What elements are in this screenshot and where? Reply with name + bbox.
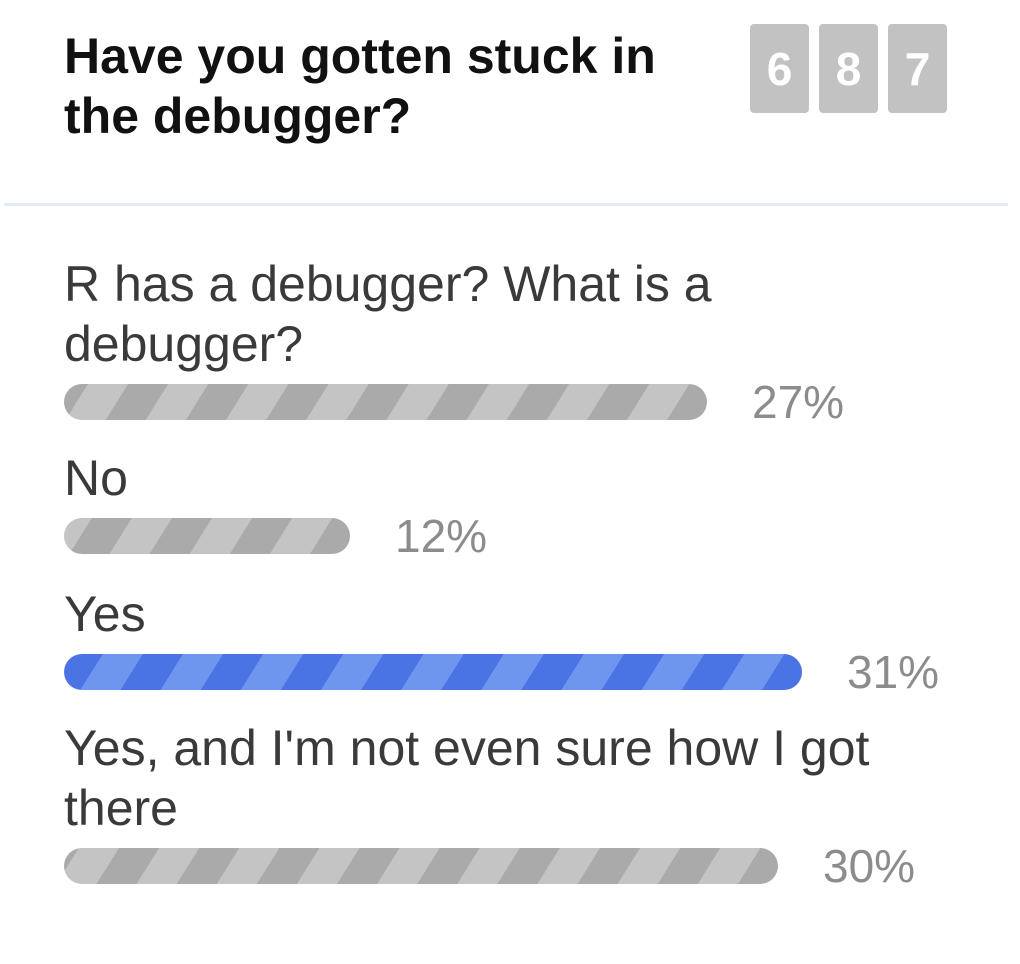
- vote-counter: 6 8 7: [750, 24, 947, 113]
- poll-option-bar: [64, 518, 350, 554]
- poll-option-label: Yes, and I'm not even sure how I got the…: [64, 720, 870, 836]
- poll-option-percent: 30%: [823, 840, 916, 892]
- poll-option-bar: [64, 384, 707, 420]
- poll-option-result: 31%: [64, 646, 939, 698]
- poll-option-result: 27%: [64, 376, 844, 428]
- poll-option-bar-selected: [64, 654, 802, 690]
- vote-count-digit: 8: [819, 24, 878, 113]
- poll-option-result: 12%: [64, 510, 487, 562]
- poll-question: Have you gotten stuck in the debugger?: [64, 28, 656, 144]
- poll-card: Have you gotten stuck in the debugger? 6…: [0, 0, 1020, 964]
- vote-count-digit: 7: [888, 24, 947, 113]
- poll-option-percent: 12%: [395, 510, 488, 562]
- poll-option-percent: 27%: [752, 376, 845, 428]
- poll-option-percent: 31%: [847, 646, 940, 698]
- poll-option-3[interactable]: Yes 31%: [64, 584, 939, 698]
- divider: [4, 203, 1008, 206]
- poll-option-label: No: [64, 450, 128, 506]
- poll-option-label: R has a debugger? What is a debugger?: [64, 256, 712, 372]
- poll-option-bar: [64, 848, 778, 884]
- poll-option-2[interactable]: No 12%: [64, 448, 784, 562]
- poll-option-result: 30%: [64, 840, 915, 892]
- poll-option-4[interactable]: Yes, and I'm not even sure how I got the…: [64, 718, 964, 892]
- poll-option-1[interactable]: R has a debugger? What is a debugger? 27…: [64, 254, 844, 428]
- poll-option-label: Yes: [64, 586, 146, 642]
- vote-count-digit: 6: [750, 24, 809, 113]
